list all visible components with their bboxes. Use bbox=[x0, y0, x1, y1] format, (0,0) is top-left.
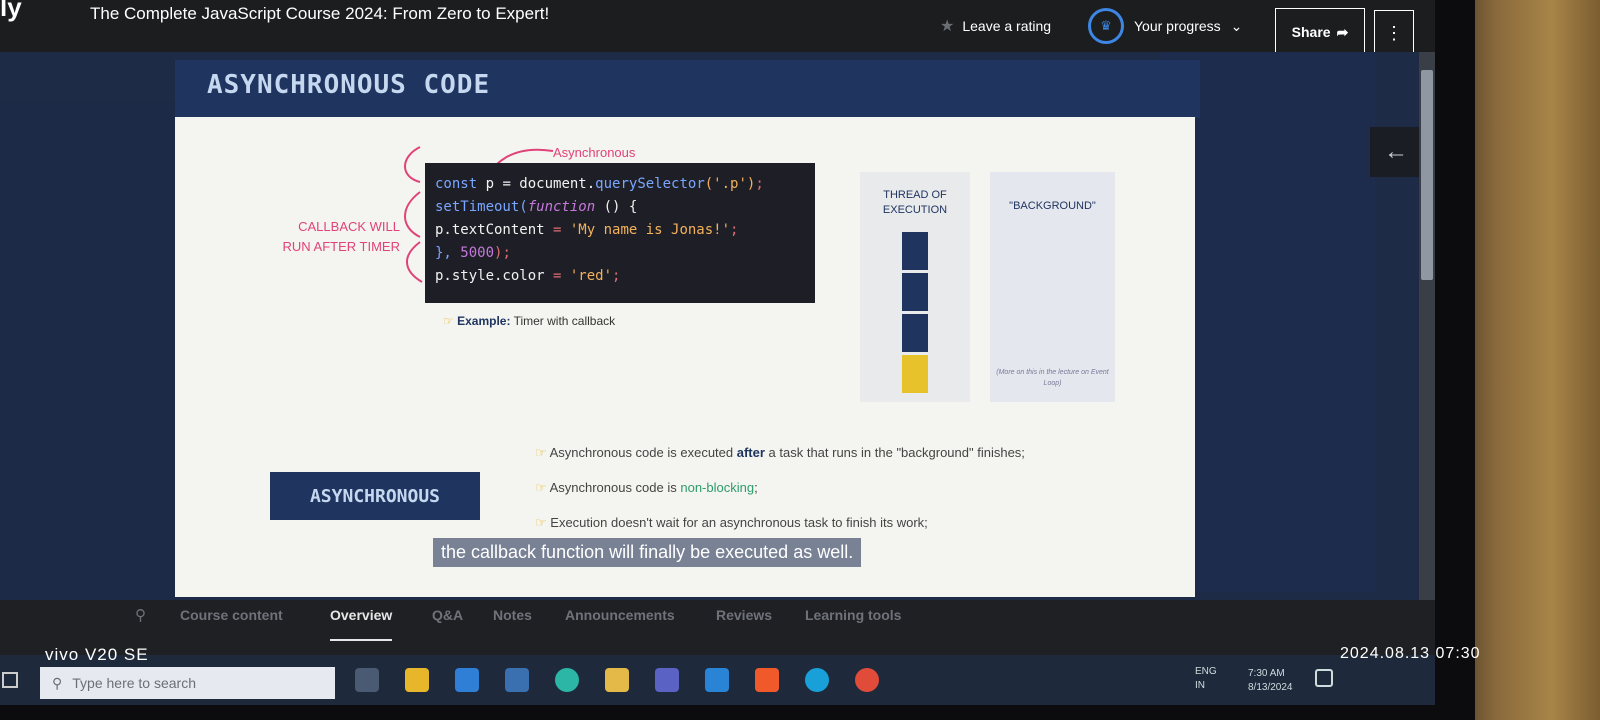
system-clock[interactable]: 7:30 AM 8/13/2024 bbox=[1248, 667, 1293, 695]
code-line-1: const p = document.querySelector('.p'); bbox=[435, 176, 764, 192]
example-text: Timer with callback bbox=[510, 314, 616, 328]
bullet-item: Execution doesn't wait for an asynchrono… bbox=[535, 505, 1025, 540]
background-panel: "BACKGROUND" (More on this in the lectur… bbox=[990, 172, 1115, 402]
bullet-item: Asynchronous code is non-blocking; bbox=[535, 470, 1025, 505]
windows-taskbar: ⚲ Type here to search ENG IN 7:30 AM 8/1… bbox=[0, 655, 1435, 705]
share-icon: ➦ bbox=[1336, 23, 1349, 40]
code-line-3: p.textContent = 'My name is Jonas!'; bbox=[435, 222, 739, 238]
search-icon: ⚲ bbox=[52, 674, 63, 691]
thread-block bbox=[902, 314, 928, 352]
scroll-thumb[interactable] bbox=[1421, 70, 1433, 280]
background-title: "BACKGROUND" bbox=[1009, 200, 1096, 212]
top-header: ly The Complete JavaScript Course 2024: … bbox=[0, 0, 1435, 56]
trophy-icon: ♛ bbox=[1088, 8, 1124, 44]
thread-of-execution-panel: THREAD OF EXECUTION bbox=[860, 172, 970, 402]
camera-watermark-timestamp: 2024.08.13 07:30 bbox=[1340, 645, 1481, 662]
share-label: Share bbox=[1291, 24, 1331, 40]
code-block: const p = document.querySelector('.p'); … bbox=[425, 163, 815, 303]
callback-note-line2: RUN AFTER TIMER bbox=[282, 239, 401, 254]
bullet-list: Asynchronous code is executed after a ta… bbox=[535, 435, 1025, 540]
skype-icon[interactable] bbox=[805, 668, 829, 692]
clock-date: 8/13/2024 bbox=[1248, 682, 1293, 693]
code-line-2: setTimeout(function () { bbox=[435, 199, 638, 215]
lang-code: ENG bbox=[1195, 666, 1217, 677]
clock-time: 7:30 AM bbox=[1248, 668, 1285, 679]
leave-rating-button[interactable]: ★ Leave a rating bbox=[940, 16, 1051, 36]
taskbar-search-input[interactable]: ⚲ Type here to search bbox=[40, 667, 335, 699]
example-label: Example: bbox=[457, 314, 511, 328]
tab-notes[interactable]: Notes bbox=[493, 607, 532, 623]
callback-note-line1: CALLBACK WILL bbox=[298, 219, 400, 234]
bullet-item: Asynchronous code is executed after a ta… bbox=[535, 435, 1025, 470]
thread-block bbox=[902, 273, 928, 311]
region-code: IN bbox=[1195, 680, 1205, 691]
chevron-down-icon: ⌄ bbox=[1230, 17, 1243, 34]
course-title[interactable]: The Complete JavaScript Course 2024: Fro… bbox=[90, 4, 549, 24]
search-icon[interactable]: ⚲ bbox=[135, 606, 146, 624]
video-caption: the callback function will finally be ex… bbox=[433, 538, 862, 567]
tab-course-content[interactable]: Course content bbox=[180, 607, 283, 623]
store-icon[interactable] bbox=[405, 668, 429, 692]
logo[interactable]: ly bbox=[0, 0, 22, 23]
thread-title-line2: EXECUTION bbox=[882, 204, 948, 216]
progress-label: Your progress bbox=[1134, 18, 1221, 34]
tab-qa[interactable]: Q&A bbox=[432, 607, 463, 623]
language-indicator[interactable]: ENG IN bbox=[1195, 665, 1217, 693]
slide-content: Asynchronous CALLBACK WILL RUN AFTER TIM… bbox=[175, 117, 1195, 597]
arrow-left-icon[interactable]: ← bbox=[1370, 127, 1422, 177]
camera-watermark-device: vivo V20 SE bbox=[45, 645, 149, 664]
brave-icon[interactable] bbox=[755, 668, 779, 692]
code-line-4: }, 5000); bbox=[435, 245, 511, 261]
notification-icon[interactable] bbox=[1315, 669, 1333, 687]
teams-icon[interactable] bbox=[655, 668, 679, 692]
edge-icon[interactable] bbox=[555, 668, 579, 692]
course-tabs: ⚲ Course content Overview Q&A Notes Anno… bbox=[0, 600, 1435, 655]
asynchronous-label-box: ASYNCHRONOUS bbox=[270, 472, 480, 520]
tab-announcements[interactable]: Announcements bbox=[565, 607, 675, 623]
leave-rating-label: Leave a rating bbox=[962, 18, 1052, 34]
thread-block bbox=[902, 232, 928, 270]
background-note: (More on this in the lecture on Event Lo… bbox=[996, 369, 1109, 387]
vscode-icon[interactable] bbox=[705, 668, 729, 692]
share-button[interactable]: Share ➦ bbox=[1275, 8, 1365, 56]
scrollbar[interactable] bbox=[1419, 52, 1435, 652]
chrome-icon[interactable] bbox=[855, 668, 879, 692]
tab-overview[interactable]: Overview bbox=[330, 607, 393, 641]
slide-header: ASYNCHRONOUS CODE bbox=[175, 60, 1200, 118]
thread-title: THREAD OF EXECUTION bbox=[860, 188, 970, 218]
asynchronous-annotation: Asynchronous bbox=[553, 145, 636, 160]
screen: ly The Complete JavaScript Course 2024: … bbox=[0, 0, 1435, 705]
file-explorer-icon[interactable] bbox=[605, 668, 629, 692]
star-icon: ★ bbox=[940, 18, 955, 35]
windows-start-icon[interactable] bbox=[2, 672, 18, 688]
slide-heading: ASYNCHRONOUS CODE bbox=[207, 70, 491, 100]
pointer-hand-icon: ☞ bbox=[443, 314, 458, 328]
thread-block-callback bbox=[902, 355, 928, 393]
mail-icon[interactable] bbox=[455, 668, 479, 692]
app-icon[interactable] bbox=[505, 668, 529, 692]
more-options-button[interactable]: ⋮ bbox=[1374, 10, 1414, 56]
code-line-5: p.style.color = 'red'; bbox=[435, 268, 621, 284]
tab-learning-tools[interactable]: Learning tools bbox=[805, 607, 901, 623]
your-progress-button[interactable]: ♛ Your progress ⌄ bbox=[1088, 8, 1242, 44]
video-player[interactable]: ASYNCHRONOUS CODE Asynchronous CALLBACK … bbox=[0, 52, 1435, 652]
example-caption: ☞ Example: Timer with callback bbox=[443, 314, 615, 328]
task-view-icon[interactable] bbox=[355, 668, 379, 692]
tab-reviews[interactable]: Reviews bbox=[716, 607, 772, 623]
thread-title-line1: THREAD OF bbox=[883, 189, 947, 201]
taskbar-search-placeholder: Type here to search bbox=[72, 675, 197, 691]
callback-note: CALLBACK WILL RUN AFTER TIMER bbox=[260, 217, 401, 257]
